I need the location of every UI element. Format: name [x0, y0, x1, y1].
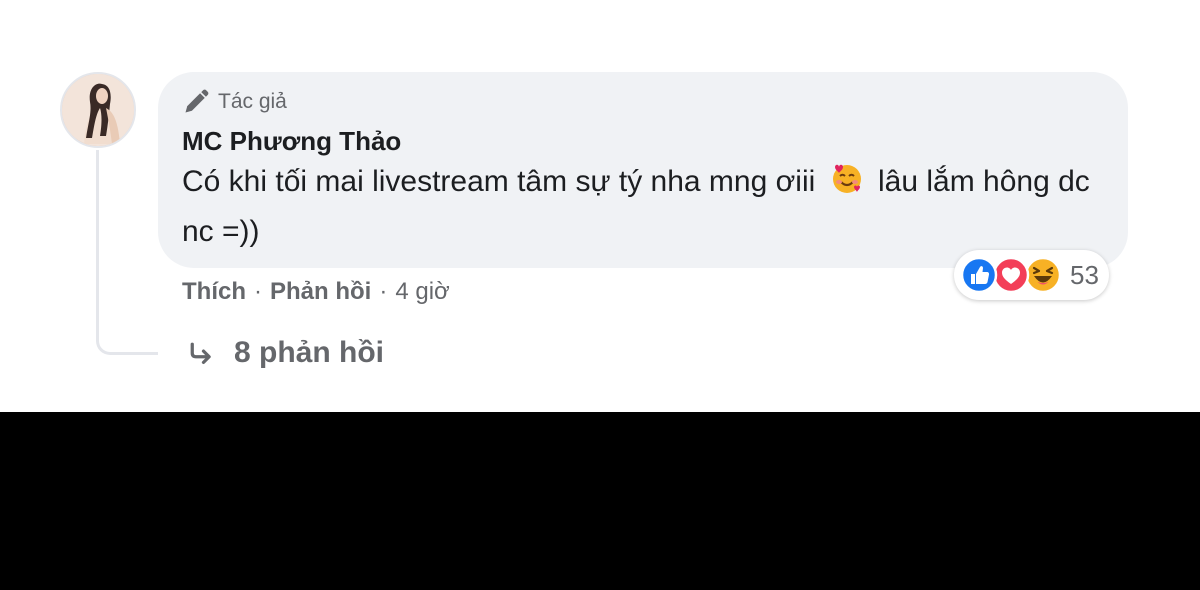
reply-button[interactable]: Phản hồi	[270, 278, 371, 306]
author-name[interactable]: MC Phương Thảo	[182, 126, 1104, 157]
pencil-icon	[185, 89, 209, 113]
bottom-black-bar	[0, 412, 1200, 590]
comment-timestamp[interactable]: 4 giờ	[395, 278, 449, 306]
author-badge-label: Tác giả	[218, 90, 287, 113]
avatar[interactable]	[60, 72, 136, 148]
comment-text: Có khi tối mai livestream tâm sự tý nha …	[182, 159, 1102, 255]
replies-label: 8 phản hồi	[234, 336, 384, 369]
reaction-count: 53	[1070, 259, 1099, 290]
comment-bubble: Tác giả MC Phương Thảo Có khi tối mai li…	[158, 72, 1128, 268]
reactions-summary[interactable]: 53	[954, 250, 1109, 300]
comment-panel: Tác giả MC Phương Thảo Có khi tối mai li…	[0, 0, 1200, 412]
view-replies-button[interactable]: 8 phản hồi	[186, 336, 384, 370]
separator: ·	[379, 278, 388, 305]
separator: ·	[254, 278, 262, 305]
avatar-image	[62, 74, 134, 146]
comment-actions: Thích · Phản hồi · 4 giờ	[182, 278, 450, 306]
like-button[interactable]: Thích	[182, 278, 246, 306]
comment-text-part-1: Có khi tối mai livestream tâm sự tý nha …	[182, 165, 816, 198]
smiling-face-with-hearts-icon	[830, 161, 864, 209]
like-icon	[960, 256, 998, 294]
reply-thread-line	[96, 150, 158, 355]
author-badge: Tác giả	[182, 86, 1104, 118]
reply-arrow-icon	[190, 342, 211, 364]
